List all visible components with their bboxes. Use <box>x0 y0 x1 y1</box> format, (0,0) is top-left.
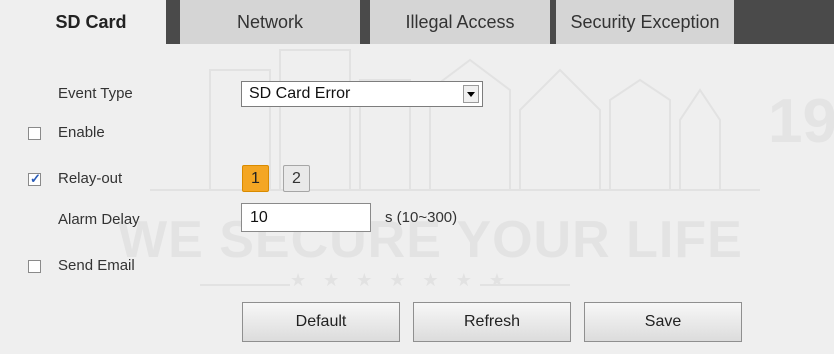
chevron-down-icon[interactable] <box>463 85 479 103</box>
skyline-watermark-icon <box>150 49 760 286</box>
send-email-label: Send Email <box>58 257 135 274</box>
alarm-delay-unit: s (10~300) <box>385 209 458 226</box>
refresh-button[interactable]: Refresh <box>413 302 571 342</box>
event-type-value: SD Card Error <box>249 85 351 102</box>
watermark-stars: ★ ★ ★ ★ ★ ★ ★ <box>290 270 511 290</box>
relay-out-checkbox[interactable] <box>28 171 41 187</box>
relay-channel-1-button[interactable]: 1 <box>242 165 269 192</box>
relay-channel-2-button[interactable]: 2 <box>283 165 310 192</box>
save-button[interactable]: Save <box>584 302 742 342</box>
watermark-number: 19 <box>768 87 834 156</box>
enable-label: Enable <box>58 124 105 141</box>
tab-sd-card[interactable]: SD Card <box>16 0 166 44</box>
tab-bar: SD Card Network Illegal Access Security … <box>16 0 834 44</box>
tab-security-exception[interactable]: Security Exception <box>556 0 734 44</box>
alarm-delay-input[interactable] <box>241 203 371 232</box>
event-type-label: Event Type <box>58 85 133 102</box>
alarm-delay-label: Alarm Delay <box>58 211 140 228</box>
send-email-checkbox[interactable] <box>28 260 41 273</box>
event-type-select[interactable]: SD Card Error <box>241 81 483 107</box>
default-button[interactable]: Default <box>242 302 400 342</box>
relay-out-label: Relay-out <box>58 170 123 187</box>
tab-illegal-access[interactable]: Illegal Access <box>370 0 550 44</box>
background-watermark: WE SECURE YOUR LIFE ★ ★ ★ ★ ★ ★ ★ 19 <box>0 0 834 354</box>
enable-checkbox[interactable] <box>28 127 41 140</box>
tab-network[interactable]: Network <box>180 0 360 44</box>
